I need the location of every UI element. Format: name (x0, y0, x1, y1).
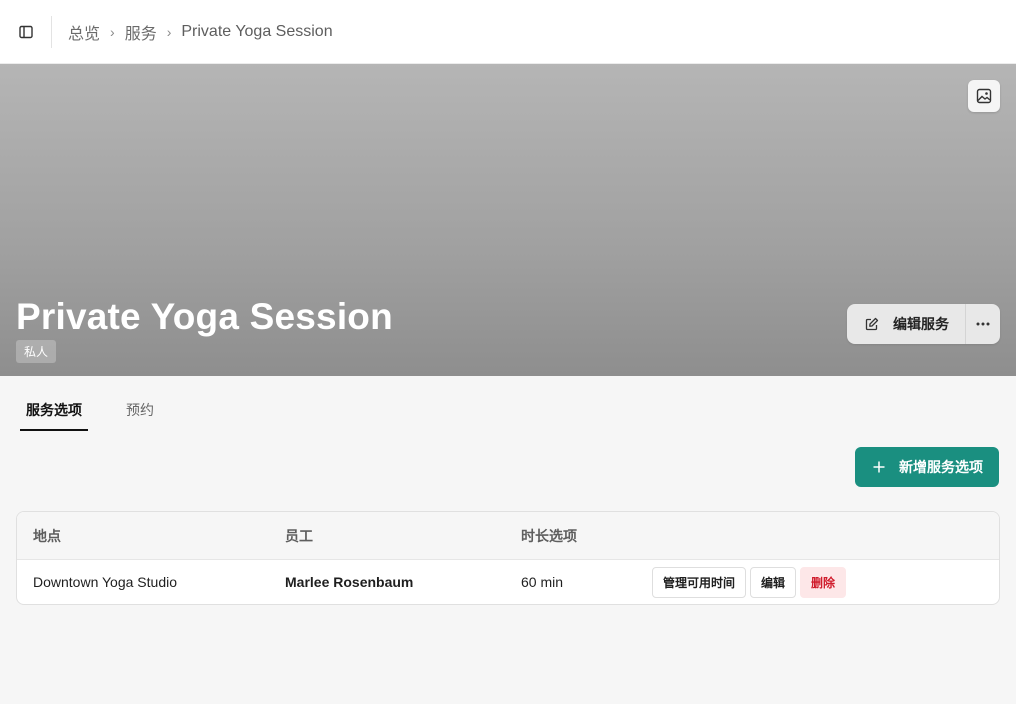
add-service-option-label: 新增服务选项 (899, 459, 983, 475)
page-title: Private Yoga Session (16, 296, 393, 337)
more-actions-button[interactable] (966, 304, 1000, 344)
service-hero-banner: Private Yoga Session 私人 编辑服务 (0, 64, 1016, 376)
breadcrumb: 总览 › 服务 › Private Yoga Session (68, 20, 333, 44)
pencil-square-icon (865, 317, 879, 331)
plus-icon (873, 461, 885, 473)
cell-duration: 60 min (521, 574, 564, 590)
breadcrumb-separator: › (166, 23, 172, 40)
tab-bar: 服务选项 预约 (0, 398, 1016, 431)
row-actions: 管理可用时间 编辑 删除 (652, 566, 847, 598)
header-staff: 员工 (285, 527, 313, 544)
sidebar-panel-icon (18, 25, 33, 38)
edit-service-button[interactable]: 编辑服务 (847, 304, 966, 344)
change-cover-image-button[interactable] (968, 80, 1000, 112)
tab-service-options[interactable]: 服务选项 (20, 398, 88, 431)
service-options-table: 地点 员工 时长选项 Downtown Yoga Studio Marlee R… (16, 511, 1000, 605)
image-icon (976, 88, 992, 104)
cell-staff: Marlee Rosenbaum (285, 574, 414, 590)
breadcrumb-item-services[interactable]: 服务 (125, 20, 157, 44)
breadcrumb-item-overview[interactable]: 总览 (68, 20, 100, 44)
sidebar-toggle-button[interactable] (0, 15, 52, 48)
table-row: Downtown Yoga Studio Marlee Rosenbaum 60… (17, 560, 999, 604)
breadcrumb-separator: › (110, 23, 115, 40)
breadcrumb-current: Private Yoga Session (181, 22, 333, 40)
manage-availability-button[interactable]: 管理可用时间 (652, 566, 747, 598)
tab-bookings[interactable]: 预约 (120, 398, 160, 431)
header-location: 地点 (33, 527, 61, 544)
more-horizontal-icon (976, 322, 990, 326)
top-bar: 总览 › 服务 › Private Yoga Session (0, 0, 1016, 64)
edit-button[interactable]: 编辑 (750, 566, 797, 598)
edit-service-label: 编辑服务 (893, 316, 949, 332)
header-duration: 时长选项 (521, 527, 577, 544)
hero-action-group: 编辑服务 (847, 304, 1000, 344)
visibility-badge: 私人 (16, 340, 57, 363)
content-toolbar: 新增服务选项 (0, 447, 1016, 487)
add-service-option-button[interactable]: 新增服务选项 (855, 447, 999, 487)
delete-button[interactable]: 删除 (800, 566, 847, 598)
table-header: 地点 员工 时长选项 (17, 512, 999, 560)
cell-location: Downtown Yoga Studio (33, 574, 177, 590)
